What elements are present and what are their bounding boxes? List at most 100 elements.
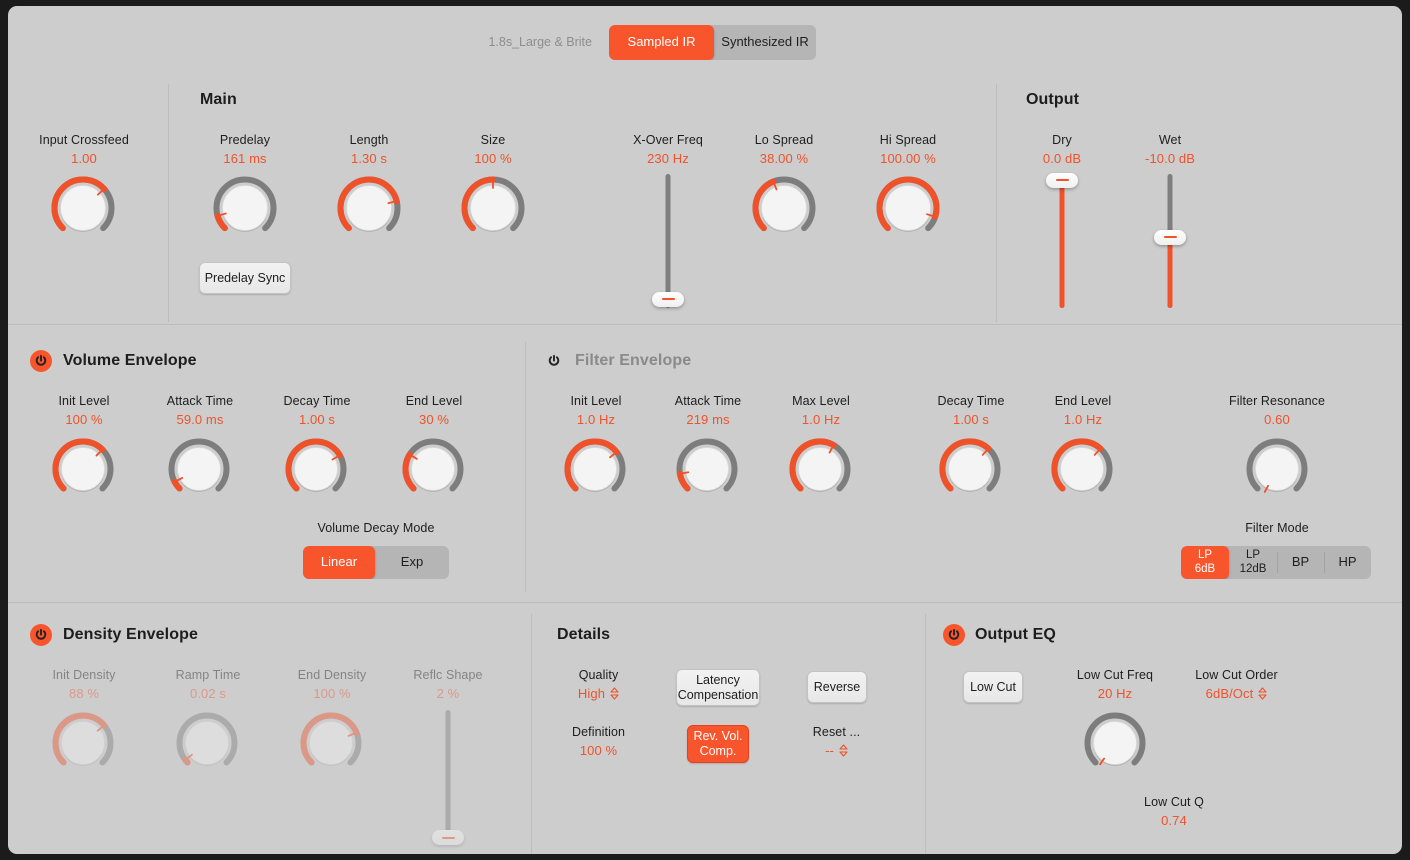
output-section-title: Output [1026,91,1080,108]
lo-spread-knob[interactable] [752,176,816,240]
filter-mode-hp[interactable]: HP [1324,546,1371,579]
main-section-title: Main [200,91,237,108]
hi-spread-label: Hi Spread [879,133,937,147]
vol-init-level-value: 100 % [65,412,103,427]
low-cut-order-stepper[interactable]: 6dB/Oct [1180,686,1293,701]
input-crossfeed-knob[interactable] [51,176,115,240]
slider-track[interactable] [665,174,671,308]
filter-mode-lp6[interactable]: LP 6dB [1181,546,1229,579]
filter-mode-bp[interactable]: BP [1277,546,1324,579]
slider-track[interactable] [445,710,451,844]
predelay-knob[interactable] [213,176,277,240]
low-cut-q-value: 0.74 [1161,813,1187,828]
vol-decay-time-knob[interactable] [285,438,347,500]
input-crossfeed-value: 1.00 [71,151,97,166]
flt-attack-time-knob[interactable] [676,438,738,500]
quality-value: High [577,686,606,701]
flt-end-level-value: 1.0 Hz [1063,412,1103,427]
vol-end-level-knob[interactable] [402,438,464,500]
volume-decay-mode-segmented[interactable]: Linear Exp [303,546,449,579]
predelay-sync-button[interactable]: Predelay Sync [199,262,291,294]
ramp-time-label: Ramp Time [175,668,241,682]
length-knob[interactable] [337,176,401,240]
divider-main-left [168,84,169,322]
volume-decay-mode-exp[interactable]: Exp [375,546,449,579]
flt-init-level-knob[interactable] [564,438,626,500]
header-bar: 1.8s_Large & Brite Sampled IR Synthesize… [8,6,1402,72]
vol-decay-time-value: 1.00 s [298,412,335,427]
ir-mode-segmented[interactable]: Sampled IR Synthesized IR [609,25,816,60]
hi-spread-value: 100.00 % [880,151,936,166]
vol-attack-time-knob[interactable] [168,438,230,500]
reflc-shape-slider[interactable] [428,706,468,848]
control-quality[interactable]: Quality High [542,668,655,703]
density-envelope-power-button[interactable] [30,624,52,646]
ramp-time-value: 0.02 s [189,686,226,701]
slider-thumb[interactable] [1046,172,1078,188]
end-density-knob[interactable] [300,712,362,774]
flt-max-level-knob[interactable] [789,438,851,500]
latency-compensation-button[interactable]: Latency Compensation [676,669,760,706]
control-lo-spread: Lo Spread 38.00 % [728,133,840,166]
length-label: Length [349,133,389,147]
flt-decay-time-value: 1.00 s [952,412,989,427]
flt-decay-time-label: Decay Time [937,394,1005,408]
slider-thumb[interactable] [1154,229,1186,245]
volume-decay-mode-linear[interactable]: Linear [303,546,375,579]
dry-slider[interactable] [1042,170,1082,312]
rev-vol-comp-button[interactable]: Rev. Vol. Comp. [687,725,749,763]
filter-mode-lp12[interactable]: LP 12dB [1229,546,1277,579]
control-low-cut-order[interactable]: Low Cut Order 6dB/Oct [1180,668,1293,703]
flt-init-level-value: 1.0 Hz [576,412,616,427]
quality-stepper[interactable]: High [542,686,655,701]
flt-end-level-label: End Level [1054,394,1112,408]
slider-thumb[interactable] [652,291,684,307]
chevron-updown-icon[interactable] [1258,687,1267,700]
quality-label: Quality [578,668,619,682]
flt-attack-time-label: Attack Time [674,394,742,408]
slider-fill [1059,180,1065,308]
control-reset[interactable]: Reset ... -- [780,725,893,760]
volume-envelope-power-button[interactable] [30,350,52,372]
flt-end-level-knob[interactable] [1051,438,1113,500]
init-density-value: 88 % [68,686,100,701]
hi-spread-knob[interactable] [876,176,940,240]
control-vol-attack-time: Attack Time 59.0 ms [144,394,256,427]
divider-row-2 [8,602,1402,603]
xover-freq-value: 230 Hz [647,151,689,166]
control-hi-spread: Hi Spread 100.00 % [852,133,964,166]
flt-max-level-value: 1.0 Hz [801,412,841,427]
definition-label: Definition [571,725,626,739]
ir-mode-sampled[interactable]: Sampled IR [609,25,714,60]
chevron-updown-icon[interactable] [610,687,619,700]
size-label: Size [480,133,506,147]
reflc-shape-label: Reflc Shape [413,668,483,682]
reverse-button[interactable]: Reverse [807,671,867,703]
control-end-density: End Density 100 % [276,668,388,701]
vol-init-level-knob[interactable] [52,438,114,500]
output-eq-power-button[interactable] [943,624,965,646]
flt-decay-time-knob[interactable] [939,438,1001,500]
ramp-time-knob[interactable] [176,712,238,774]
filter-envelope-power-button[interactable] [543,350,565,372]
control-init-density: Init Density 88 % [28,668,140,701]
init-density-knob[interactable] [52,712,114,774]
control-vol-decay-time: Decay Time 1.00 s [261,394,373,427]
wet-slider[interactable] [1150,170,1190,312]
slider-thumb[interactable] [432,830,464,846]
filter-resonance-knob[interactable] [1246,438,1308,500]
chevron-updown-icon[interactable] [839,744,848,757]
xover-freq-slider[interactable] [648,170,688,312]
low-cut-button[interactable]: Low Cut [963,671,1023,703]
wet-label: Wet [1158,133,1182,147]
size-knob[interactable] [461,176,525,240]
reset-stepper[interactable]: -- [780,743,893,758]
filter-resonance-value: 0.60 [1264,412,1290,427]
filter-mode-segmented[interactable]: LP 6dB LP 12dB BP HP [1181,546,1371,579]
low-cut-freq-knob[interactable] [1084,712,1146,774]
control-dry: Dry 0.0 dB [1006,133,1118,166]
ir-mode-synthesized[interactable]: Synthesized IR [714,25,816,60]
control-flt-max-level: Max Level 1.0 Hz [765,394,877,427]
end-density-label: End Density [297,668,367,682]
volume-decay-mode-label: Volume Decay Mode [317,521,435,535]
